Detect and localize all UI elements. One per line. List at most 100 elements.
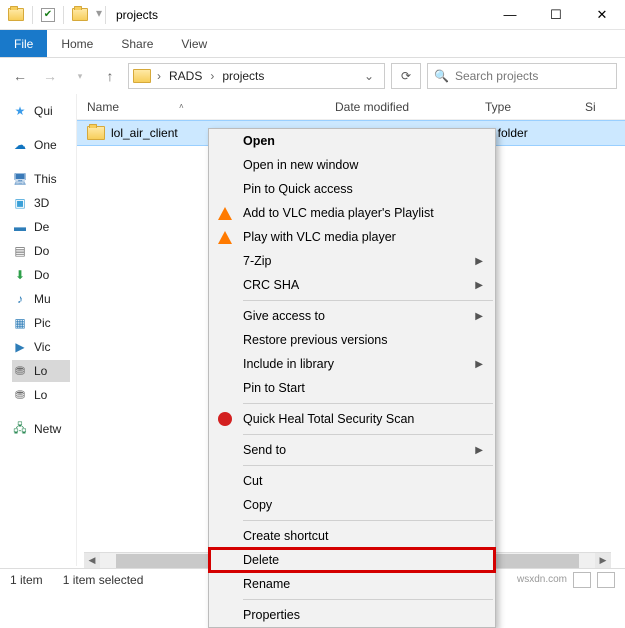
chevron-right-icon[interactable]: ›	[155, 69, 163, 83]
menu-copy[interactable]: Copy	[209, 493, 495, 517]
vlc-icon	[217, 229, 233, 245]
menu-pin-quick-access[interactable]: Pin to Quick access	[209, 177, 495, 201]
download-icon: ⬇	[12, 267, 28, 283]
breadcrumb[interactable]: projects	[220, 69, 266, 83]
menu-delete[interactable]: Delete	[209, 548, 495, 572]
sidebar-item-label: Lo	[34, 388, 47, 402]
menu-create-shortcut[interactable]: Create shortcut	[209, 524, 495, 548]
sidebar-item-label: Qui	[34, 104, 53, 118]
minimize-button[interactable]: —	[487, 0, 533, 30]
col-size[interactable]: Si	[585, 100, 625, 114]
sidebar-item-quick-access[interactable]: ★ Qui	[12, 100, 70, 122]
window-title: projects	[106, 8, 158, 22]
up-button[interactable]: ↑	[98, 68, 122, 84]
col-name[interactable]: Name	[87, 100, 119, 114]
column-headers[interactable]: Name ˄ Date modified Type Si	[77, 94, 625, 120]
star-icon: ★	[12, 103, 28, 119]
folder-icon[interactable]	[8, 8, 24, 21]
sidebar-item-videos[interactable]: ▶Vic	[12, 336, 70, 358]
sidebar-item-local-disk[interactable]: ⛃Lo	[12, 384, 70, 406]
file-type: le folder	[485, 126, 585, 140]
documents-icon: ▤	[12, 243, 28, 259]
pictures-icon: ▦	[12, 315, 28, 331]
sidebar-item-label: Do	[34, 244, 49, 258]
sidebar-item-label: Lo	[34, 364, 47, 378]
file-tab[interactable]: File	[0, 30, 47, 57]
pc-icon: 🖥	[12, 171, 28, 187]
title-bar: ✔ ▾ projects — ☐ ✕	[0, 0, 625, 30]
cube-icon: ▣	[12, 195, 28, 211]
breadcrumb[interactable]: RADS	[167, 69, 204, 83]
selection-count: 1 item selected	[63, 573, 144, 587]
view-tab[interactable]: View	[167, 30, 221, 57]
recent-dropdown[interactable]: ▾	[68, 64, 92, 88]
close-button[interactable]: ✕	[579, 0, 625, 30]
sidebar-item-network[interactable]: 🖧Netw	[12, 418, 70, 440]
menu-send-to[interactable]: Send to▶	[209, 438, 495, 462]
quickheal-icon	[217, 411, 233, 427]
file-name: lol_air_client	[111, 126, 178, 140]
menu-open-new-window[interactable]: Open in new window	[209, 153, 495, 177]
properties-icon[interactable]: ✔	[41, 8, 55, 22]
refresh-button[interactable]: ⟳	[391, 63, 421, 89]
menu-include-library[interactable]: Include in library▶	[209, 352, 495, 376]
sidebar-item-label: 3D	[34, 196, 49, 210]
sidebar-item-label: One	[34, 138, 57, 152]
submenu-arrow-icon: ▶	[475, 359, 483, 370]
details-view-button[interactable]	[573, 572, 591, 588]
menu-restore-versions[interactable]: Restore previous versions	[209, 328, 495, 352]
menu-pin-start[interactable]: Pin to Start	[209, 376, 495, 400]
sidebar-item-desktop[interactable]: ▬De	[12, 216, 70, 238]
folder-icon[interactable]	[72, 8, 88, 21]
menu-7zip[interactable]: 7-Zip▶	[209, 249, 495, 273]
sidebar-item-label: Netw	[34, 422, 61, 436]
navigation-bar: ← → ▾ ↑ › RADS › projects ⌄ ⟳ 🔍 Search p…	[0, 58, 625, 94]
sidebar-item-label: Do	[34, 268, 49, 282]
address-bar[interactable]: › RADS › projects ⌄	[128, 63, 385, 89]
share-tab[interactable]: Share	[107, 30, 167, 57]
menu-rename[interactable]: Rename	[209, 572, 495, 596]
forward-button[interactable]: →	[38, 64, 62, 88]
search-input[interactable]: 🔍 Search projects	[427, 63, 617, 89]
vlc-icon	[217, 205, 233, 221]
menu-properties[interactable]: Properties	[209, 603, 495, 627]
sidebar-item-label: Vic	[34, 340, 50, 354]
sort-ascending-icon: ˄	[179, 102, 184, 111]
sidebar-item-label: Pic	[34, 316, 51, 330]
sidebar-item-label: Mu	[34, 292, 51, 306]
sidebar-item-this-pc[interactable]: 🖥 This	[12, 168, 70, 190]
cloud-icon: ☁	[12, 137, 28, 153]
menu-vlc-play[interactable]: Play with VLC media player	[209, 225, 495, 249]
menu-crc-sha[interactable]: CRC SHA▶	[209, 273, 495, 297]
home-tab[interactable]: Home	[47, 30, 107, 57]
col-date[interactable]: Date modified	[335, 100, 485, 114]
navigation-pane: ★ Qui ☁ One 🖥 This ▣ 3D ▬De ▤ Do ⬇ Do ♪ Mu ▦ Pic…	[0, 94, 76, 566]
submenu-arrow-icon: ▶	[475, 445, 483, 456]
submenu-arrow-icon: ▶	[475, 256, 483, 267]
scroll-right-button[interactable]: ▶	[595, 553, 611, 569]
submenu-arrow-icon: ▶	[475, 311, 483, 322]
thumbnails-view-button[interactable]	[597, 572, 615, 588]
maximize-button[interactable]: ☐	[533, 0, 579, 30]
chevron-down-icon[interactable]: ⌄	[358, 69, 380, 83]
chevron-right-icon[interactable]: ›	[208, 69, 216, 83]
menu-quickheal-scan[interactable]: Quick Heal Total Security Scan	[209, 407, 495, 431]
sidebar-item-3d[interactable]: ▣ 3D	[12, 192, 70, 214]
sidebar-item-local-disk[interactable]: ⛃Lo	[12, 360, 70, 382]
sidebar-item-onedrive[interactable]: ☁ One	[12, 134, 70, 156]
sidebar-item-pictures[interactable]: ▦ Pic	[12, 312, 70, 334]
scroll-left-button[interactable]: ◀	[84, 553, 100, 569]
col-type[interactable]: Type	[485, 100, 585, 114]
sidebar-item-documents[interactable]: ▤ Do	[12, 240, 70, 262]
back-button[interactable]: ←	[8, 64, 32, 88]
sidebar-item-label: De	[34, 220, 49, 234]
menu-open[interactable]: Open	[209, 129, 495, 153]
folder-icon	[87, 126, 105, 140]
music-icon: ♪	[12, 291, 28, 307]
sidebar-item-music[interactable]: ♪ Mu	[12, 288, 70, 310]
menu-give-access[interactable]: Give access to▶	[209, 304, 495, 328]
sidebar-item-label: This	[34, 172, 57, 186]
menu-cut[interactable]: Cut	[209, 469, 495, 493]
menu-vlc-playlist[interactable]: Add to VLC media player's Playlist	[209, 201, 495, 225]
sidebar-item-downloads[interactable]: ⬇ Do	[12, 264, 70, 286]
